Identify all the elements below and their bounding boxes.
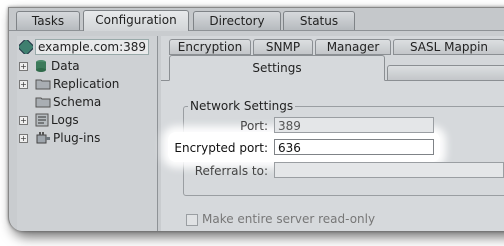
tab-directory[interactable]: Directory — [193, 11, 281, 30]
screenshot-frame: Tasks Configuration Directory Status exa… — [0, 0, 504, 246]
tree-item-label: Data — [51, 59, 80, 73]
expand-icon[interactable]: + — [19, 80, 28, 89]
readonly-checkbox[interactable] — [186, 214, 198, 226]
tab-sasl-mapping[interactable]: SASL Mappin — [393, 39, 504, 55]
folder-icon — [35, 96, 51, 108]
expand-icon[interactable]: + — [19, 134, 28, 143]
tab-manager[interactable]: Manager — [315, 39, 391, 55]
navigation-tree: example.com:389 + Data + Replication Sch… — [16, 36, 158, 231]
settings-tab-bar: Encryption SNMP Manager SASL Mappin Sett… — [161, 36, 504, 81]
tab-settings[interactable]: Settings — [169, 55, 385, 81]
port-field[interactable]: 389 — [274, 117, 434, 133]
tab-status[interactable]: Status — [283, 11, 355, 30]
tree-item-label: Logs — [51, 113, 79, 127]
tree-item-label: Schema — [53, 95, 102, 109]
tree-root-label: example.com:389 — [35, 39, 150, 55]
group-title: Network Settings — [188, 99, 296, 113]
encrypted-port-field[interactable]: 636 — [274, 139, 434, 155]
tab-snmp[interactable]: SNMP — [253, 39, 313, 55]
port-label: Port: — [240, 119, 268, 133]
log-icon — [35, 113, 49, 127]
tab-encryption[interactable]: Encryption — [169, 39, 251, 55]
tree-item-label: Replication — [53, 77, 120, 91]
tab-partial[interactable] — [387, 65, 504, 81]
database-icon — [35, 59, 49, 72]
readonly-label: Make entire server read-only — [202, 212, 376, 226]
encrypted-port-label: Encrypted port: — [174, 141, 268, 155]
expand-icon[interactable]: + — [19, 116, 28, 125]
plugin-icon — [35, 131, 50, 144]
referrals-field[interactable] — [274, 162, 504, 178]
folder-icon — [35, 78, 51, 90]
expand-icon[interactable]: + — [19, 62, 28, 71]
tree-item-label: Plug-ins — [53, 131, 101, 145]
referrals-label: Referrals to: — [194, 164, 268, 178]
server-icon — [16, 37, 36, 57]
top-tab-bar: Tasks Configuration Directory Status — [9, 8, 504, 31]
tab-configuration[interactable]: Configuration — [83, 10, 189, 31]
tab-tasks[interactable]: Tasks — [16, 11, 80, 30]
